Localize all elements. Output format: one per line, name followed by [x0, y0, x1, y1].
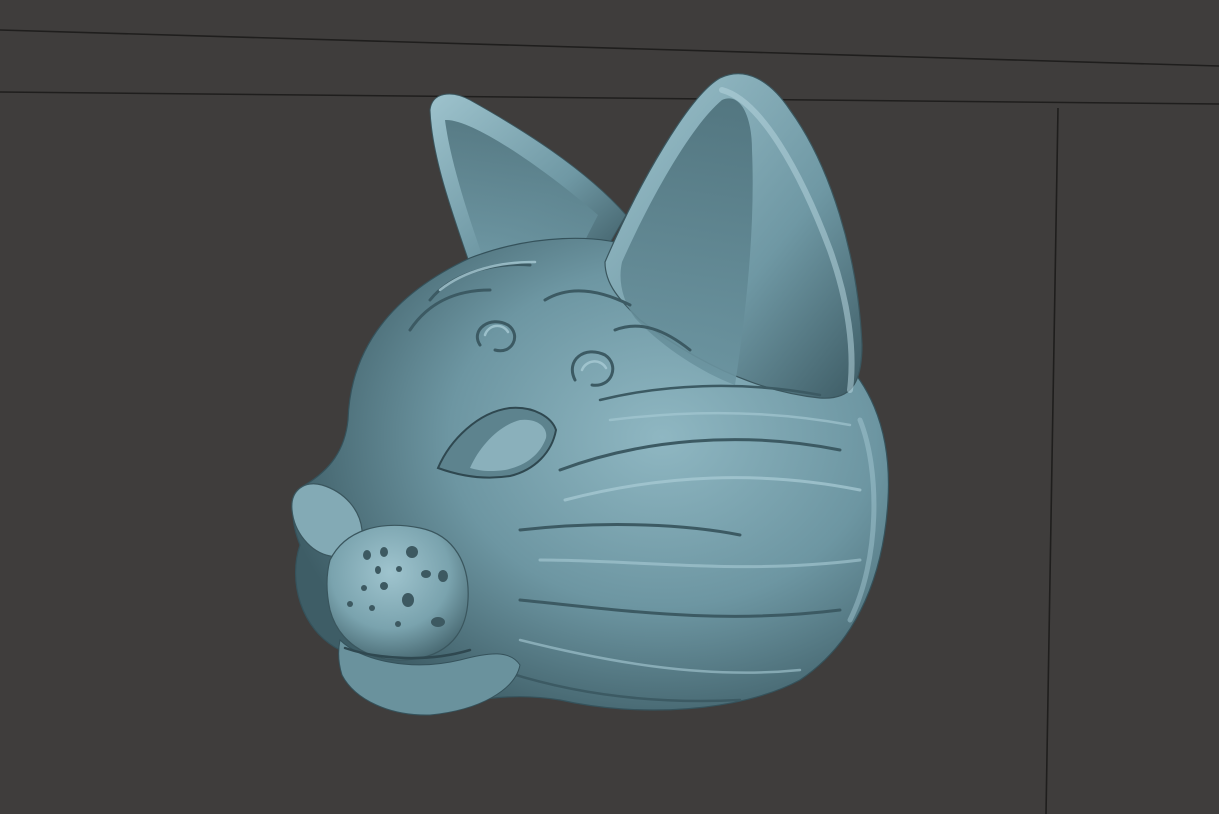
whisker-dot: [375, 566, 381, 574]
whisker-dot: [380, 547, 388, 557]
grid-line: [0, 29, 1219, 67]
grid-line: [1045, 107, 1059, 814]
whisker-dot: [421, 570, 431, 578]
whisker-dot: [380, 582, 388, 590]
whisker-dot: [395, 621, 401, 627]
whisker-dot: [431, 617, 445, 627]
whisker-dot: [438, 570, 448, 582]
whisker-dot: [396, 566, 402, 572]
cat-head-model[interactable]: [291, 73, 890, 716]
viewport-canvas[interactable]: [0, 0, 1219, 814]
whisker-dot: [369, 605, 375, 611]
whisker-dot: [363, 550, 371, 560]
whisker-dot: [361, 585, 367, 591]
whisker-dot: [402, 593, 414, 607]
3d-viewport[interactable]: [0, 0, 1219, 814]
whisker-dot: [347, 601, 353, 607]
whisker-dot: [406, 546, 418, 558]
grid-line: [0, 91, 1219, 105]
muzzle: [326, 524, 469, 661]
